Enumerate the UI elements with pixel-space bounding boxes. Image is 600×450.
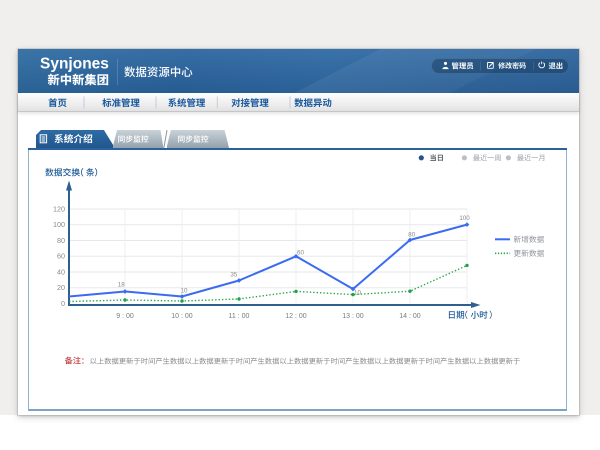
svg-text:Synjones: Synjones	[40, 56, 109, 73]
svg-text:13 : 00: 13 : 00	[342, 313, 364, 320]
svg-text:10: 10	[181, 288, 188, 295]
svg-text:14 : 00: 14 : 00	[399, 313, 421, 320]
svg-text:18: 18	[118, 281, 125, 288]
svg-text:80: 80	[408, 232, 415, 239]
svg-text:100: 100	[459, 215, 470, 222]
svg-text:35: 35	[230, 272, 237, 279]
svg-text:60: 60	[297, 249, 304, 256]
svg-text:120: 120	[53, 204, 65, 213]
svg-text:40: 40	[57, 267, 65, 276]
svg-text:100: 100	[53, 220, 65, 229]
svg-text:11 : 00: 11 : 00	[229, 313, 250, 320]
svg-text:10 : 00: 10 : 00	[171, 313, 193, 320]
svg-text:60: 60	[57, 252, 65, 261]
svg-text:20: 20	[57, 283, 65, 292]
svg-text:9 : 00: 9 : 00	[116, 313, 134, 320]
svg-text:12 : 00: 12 : 00	[285, 313, 307, 320]
svg-text:10: 10	[354, 290, 361, 297]
svg-text:0: 0	[61, 299, 65, 308]
svg-text:80: 80	[57, 236, 65, 245]
